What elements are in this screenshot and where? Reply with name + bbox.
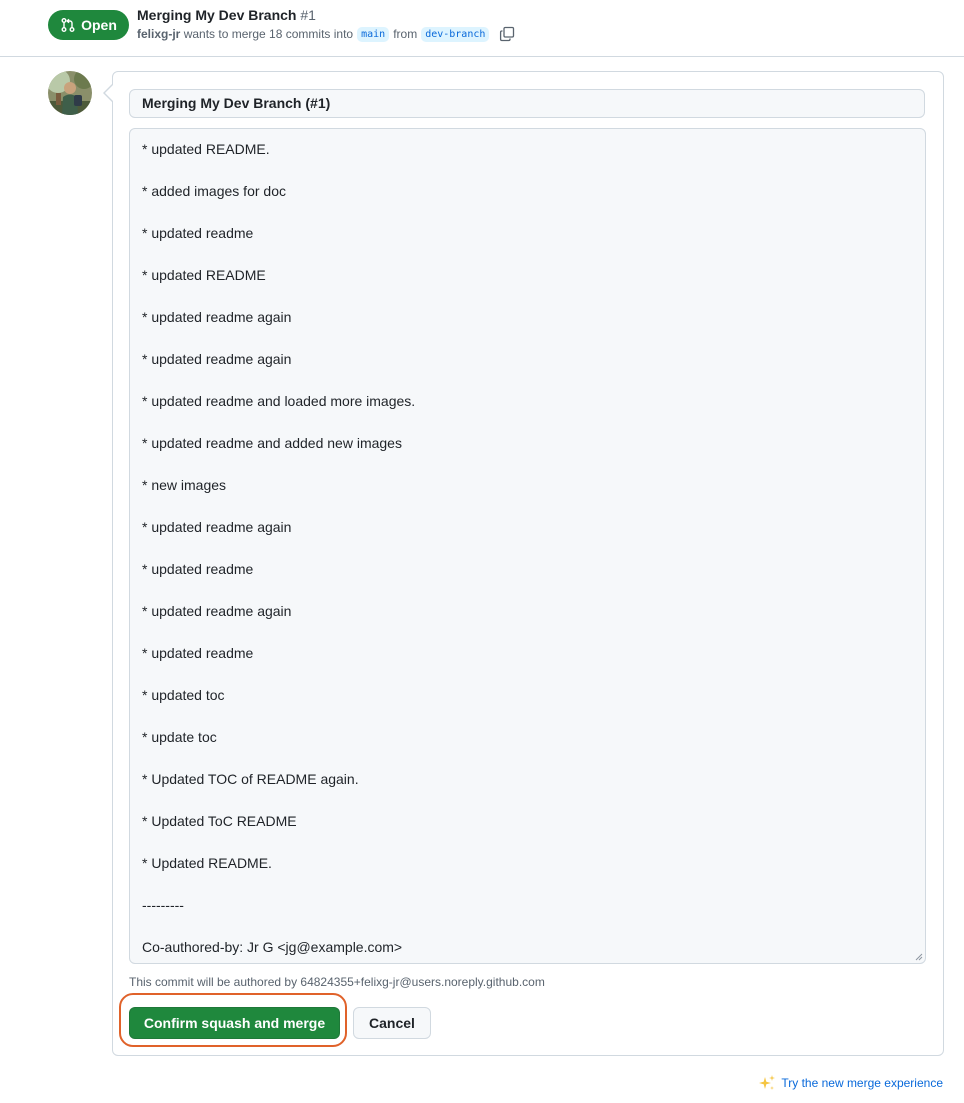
state-label: Open <box>81 17 117 33</box>
commit-author-note: This commit will be authored by 64824355… <box>129 975 545 989</box>
commit-message-line: Co-authored-by: Jr G <jg@example.com> <box>142 939 403 955</box>
merge-text: wants to merge 18 commits into <box>183 27 354 41</box>
commit-message-line: * updated readme again <box>142 603 292 619</box>
commit-message-line: --------- <box>142 897 184 913</box>
pr-title-text: Merging My Dev Branch <box>137 7 297 23</box>
commit-message-line: * updated toc <box>142 687 225 703</box>
pr-title: Merging My Dev Branch #1 <box>137 7 316 23</box>
try-new-merge-link[interactable]: Try the new merge experience <box>758 1074 943 1092</box>
commit-message-line: * Updated TOC of README again. <box>142 771 359 787</box>
commit-message-line: * updated readme <box>142 225 254 241</box>
commit-message-line: * updated readme again <box>142 309 292 325</box>
copy-icon[interactable] <box>499 26 515 42</box>
commit-message-line: * Updated README. <box>142 855 272 871</box>
commit-message-line: * new images <box>142 477 227 493</box>
commit-message-line: * updated README <box>142 267 266 283</box>
from-text: from <box>393 27 418 41</box>
commit-message-line: * updated readme <box>142 561 254 577</box>
sparkles-icon <box>759 1075 776 1090</box>
avatar[interactable] <box>48 71 92 115</box>
commit-message-line: * update toc <box>142 729 217 745</box>
base-branch[interactable]: main <box>357 26 390 42</box>
commit-message-textarea[interactable]: * updated README. * added images for doc *… <box>129 128 926 964</box>
pr-meta: felixg-jr wants to merge 18 commits into… <box>137 26 515 42</box>
pr-header: Open Merging My Dev Branch #1 felixg-jr … <box>0 0 964 57</box>
try-new-merge-label: Try the new merge experience <box>781 1076 943 1090</box>
commit-message-line: * updated readme again <box>142 351 292 367</box>
git-pull-request-icon <box>61 18 75 32</box>
cancel-button[interactable]: Cancel <box>353 1007 431 1039</box>
commit-message-line: * Updated ToC README <box>142 813 297 829</box>
commit-message-lines: * updated README. * added images for doc *… <box>142 140 913 963</box>
pr-number: #1 <box>300 7 316 23</box>
commit-message-line: * updated readme again <box>142 519 292 535</box>
state-badge-open: Open <box>48 10 129 40</box>
head-branch[interactable]: dev-branch <box>421 26 490 42</box>
commit-title-value: Merging My Dev Branch (#1) <box>142 95 331 111</box>
commit-message-line: * updated readme and loaded more images. <box>142 393 416 409</box>
commit-message-line: * added images for doc <box>142 183 286 199</box>
commit-message-line: * updated readme and added new images <box>142 435 402 451</box>
author-link[interactable]: felixg-jr <box>137 27 180 41</box>
confirm-squash-merge-button[interactable]: Confirm squash and merge <box>129 1007 340 1039</box>
commit-title-input[interactable]: Merging My Dev Branch (#1) <box>129 89 925 118</box>
commit-message-line: * updated readme <box>142 645 254 661</box>
commit-message-line: * updated README. <box>142 141 270 157</box>
resize-handle-icon[interactable] <box>915 953 923 961</box>
